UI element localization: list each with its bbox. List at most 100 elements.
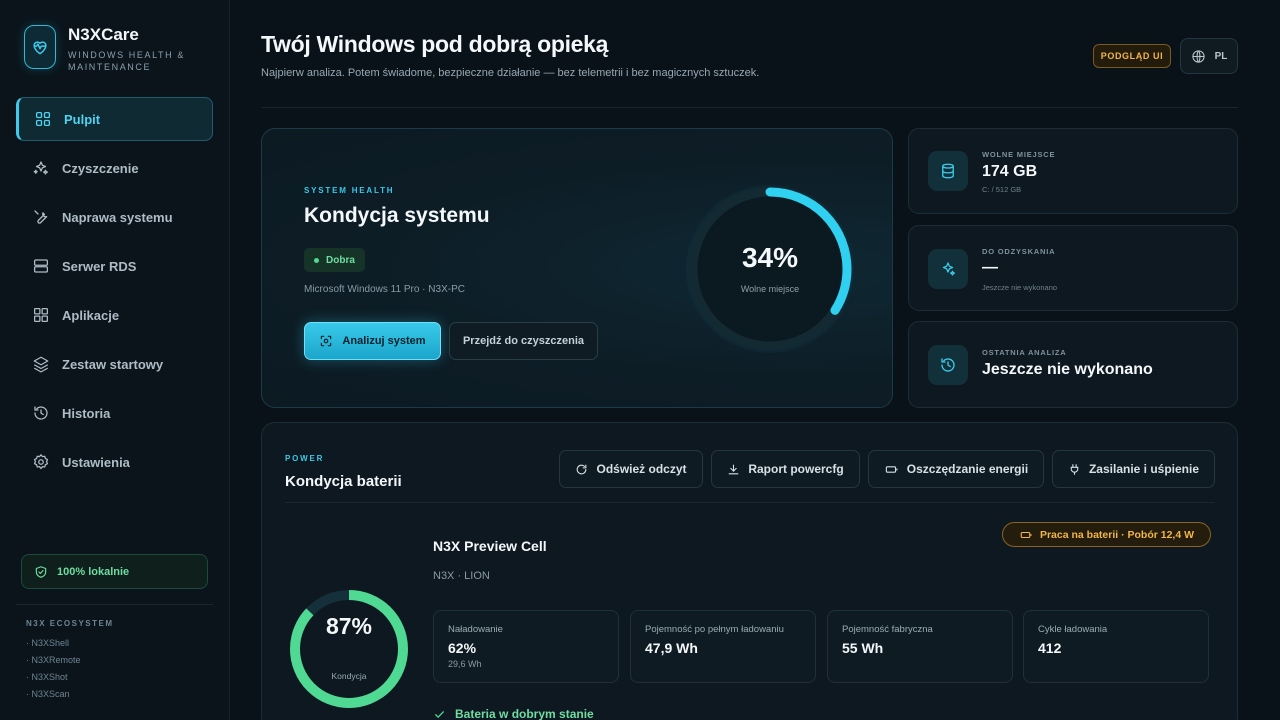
recoverable-value: — — [982, 259, 998, 276]
metric-cycle-count: Cykle ładowania 412 — [1023, 610, 1209, 683]
page-subtitle: Najpierw analiza. Potem świadome, bezpie… — [261, 67, 760, 79]
header-divider — [262, 107, 1238, 108]
metric-design-capacity: Pojemność fabryczna 55 Wh — [827, 610, 1013, 683]
check-icon — [435, 710, 444, 718]
plug-icon — [1070, 463, 1079, 475]
battery-icon — [1020, 531, 1032, 538]
battery-ok-label: Bateria w dobrym stanie — [455, 707, 594, 720]
sidebar-item-ustawienia[interactable]: Ustawienia — [16, 440, 213, 484]
sidebar-item-aplikacje[interactable]: Aplikacje — [16, 293, 213, 337]
sidebar-item-label: Ustawienia — [62, 454, 130, 470]
sidebar-divider — [16, 604, 213, 605]
energy-saver-button[interactable]: Oszczędzanie energii — [868, 450, 1044, 488]
preview-badge: PODGLĄD UI — [1093, 44, 1171, 68]
battery-ok-status: Bateria w dobrym stanie — [433, 707, 594, 720]
sidebar: N3XCare WINDOWS HEALTH & MAINTENANCE Pul… — [0, 0, 230, 720]
wrench-icon — [34, 210, 48, 224]
server-icon — [33, 259, 49, 273]
refresh-icon — [577, 464, 587, 474]
metric-sub: 29,6 Wh — [448, 659, 482, 669]
sidebar-item-czyszczenie[interactable]: Czyszczenie — [16, 146, 213, 190]
database-icon — [928, 151, 968, 191]
refresh-reading-label: Odśwież odczyt — [596, 462, 687, 476]
sidebar-item-serwer-rds[interactable]: Serwer RDS — [16, 244, 213, 288]
layers-icon — [33, 356, 49, 373]
free-space-label: Wolne miejsce — [740, 284, 800, 294]
health-status-label: Dobra — [326, 254, 355, 266]
free-space-value: 174 GB — [982, 163, 1038, 180]
sidebar-item-naprawa-systemu[interactable]: Naprawa systemu — [16, 195, 213, 239]
sidebar-item-pulpit[interactable]: Pulpit — [16, 97, 213, 141]
history-icon — [34, 406, 48, 420]
analyze-system-label: Analizuj system — [342, 335, 426, 347]
battery-cell-chemistry: N3X · LION — [433, 570, 490, 582]
health-eyebrow: SYSTEM HEALTH — [304, 186, 395, 195]
system-health-card: SYSTEM HEALTH Kondycja systemu Dobra Mic… — [261, 128, 893, 408]
power-sleep-label: Zasilanie i uśpienie — [1088, 462, 1200, 476]
sparkles-icon — [928, 249, 968, 289]
battery-divider — [285, 502, 1215, 503]
sidebar-item-historia[interactable]: Historia — [16, 391, 213, 435]
free-space-sub: C: / 512 GB — [982, 185, 1022, 194]
language-button[interactable]: PL — [1180, 38, 1238, 74]
sidebar-item-label: Serwer RDS — [62, 258, 137, 274]
battery-power-status-badge: Praca na baterii · Pobór 12,4 W — [1002, 522, 1211, 547]
brand: N3XCare WINDOWS HEALTH & MAINTENANCE — [24, 25, 188, 73]
metric-value: 62% — [448, 640, 477, 656]
recoverable-label: DO ODZYSKANIA — [982, 247, 1056, 256]
battery-eyebrow: POWER — [285, 454, 325, 463]
main-content: Twój Windows pod dobrą opieką Najpierw a… — [230, 0, 1280, 720]
powercfg-report-button[interactable]: Raport powercfg — [711, 450, 860, 488]
page-title: Twój Windows pod dobrą opieką — [261, 31, 609, 57]
sidebar-item-label: Naprawa systemu — [62, 209, 173, 225]
brand-subtitle: WINDOWS HEALTH & MAINTENANCE — [68, 50, 185, 72]
os-info: Microsoft Windows 11 Pro · N3X-PC — [304, 284, 465, 295]
ecosystem-link-n3xshell[interactable]: · N3XShell — [26, 635, 114, 652]
free-space-card: WOLNE MIEJSCE 174 GB C: / 512 GB — [908, 128, 1238, 214]
sparkles-icon — [33, 161, 49, 175]
recoverable-card: DO ODZYSKANIA — Jeszcze nie wykonano — [908, 225, 1238, 311]
heart-pulse-logo-icon — [24, 25, 56, 69]
ecosystem-link-n3xshot[interactable]: · N3XShot — [26, 669, 114, 686]
ecosystem-link-n3xremote[interactable]: · N3XRemote — [26, 652, 114, 669]
brand-name: N3XCare — [68, 25, 139, 44]
scan-icon — [321, 335, 332, 347]
powercfg-report-label: Raport powercfg — [748, 462, 844, 476]
analyze-system-button[interactable]: Analizuj system — [304, 322, 441, 360]
free-space-label: WOLNE MIEJSCE — [982, 150, 1056, 159]
metric-value: 55 Wh — [842, 640, 884, 656]
go-to-cleaning-button[interactable]: Przejdź do czyszczenia — [449, 322, 598, 360]
sidebar-nav: Pulpit Czyszczenie Naprawa systemu Serwe… — [16, 97, 213, 489]
last-analysis-card: OSTATNIA ANALIZA Jeszcze nie wykonano — [908, 321, 1238, 408]
apps-icon — [33, 307, 49, 323]
battery-health-label: Kondycja — [331, 671, 367, 681]
battery-health-gauge — [290, 590, 408, 708]
battery-power-status-label: Praca na baterii · Pobór 12,4 W — [1039, 528, 1195, 541]
metric-full-charge-capacity: Pojemność po pełnym ładowaniu 47,9 Wh — [630, 610, 816, 683]
last-analysis-value: Jeszcze nie wykonano — [982, 361, 1153, 378]
battery-health-value: 87% — [325, 613, 373, 639]
local-badge: 100% lokalnie — [21, 554, 208, 589]
recoverable-sub: Jeszcze nie wykonano — [982, 283, 1058, 292]
sidebar-item-zestaw-startowy[interactable]: Zestaw startowy — [16, 342, 213, 386]
refresh-reading-button[interactable]: Odśwież odczyt — [559, 450, 703, 488]
gear-icon — [33, 453, 49, 470]
free-space-percent: 34% — [741, 242, 799, 273]
status-dot-icon — [314, 257, 319, 263]
metric-value: 47,9 Wh — [645, 640, 698, 656]
shield-icon — [35, 565, 47, 578]
metric-charge: Naładowanie 62% 29,6 Wh — [433, 610, 619, 683]
metric-value: 412 — [1038, 640, 1062, 656]
health-status-badge: Dobra — [304, 248, 365, 272]
ecosystem-link-n3xscan[interactable]: · N3XScan — [26, 686, 114, 703]
metric-label: Pojemność fabryczna — [842, 624, 933, 635]
metric-label: Pojemność po pełnym ładowaniu — [645, 624, 784, 635]
sidebar-item-label: Historia — [62, 405, 111, 421]
power-sleep-button[interactable]: Zasilanie i uśpienie — [1052, 450, 1215, 488]
battery-card: POWER Kondycja baterii Odśwież odczyt Ra… — [261, 422, 1238, 720]
local-badge-label: 100% lokalnie — [57, 565, 130, 578]
battery-cell-name: N3X Preview Cell — [433, 538, 547, 554]
energy-saver-label: Oszczędzanie energii — [906, 462, 1029, 476]
metric-label: Naładowanie — [448, 624, 503, 635]
ecosystem-list: N3X ECOSYSTEM · N3XShell · N3XRemote · N… — [26, 619, 114, 703]
